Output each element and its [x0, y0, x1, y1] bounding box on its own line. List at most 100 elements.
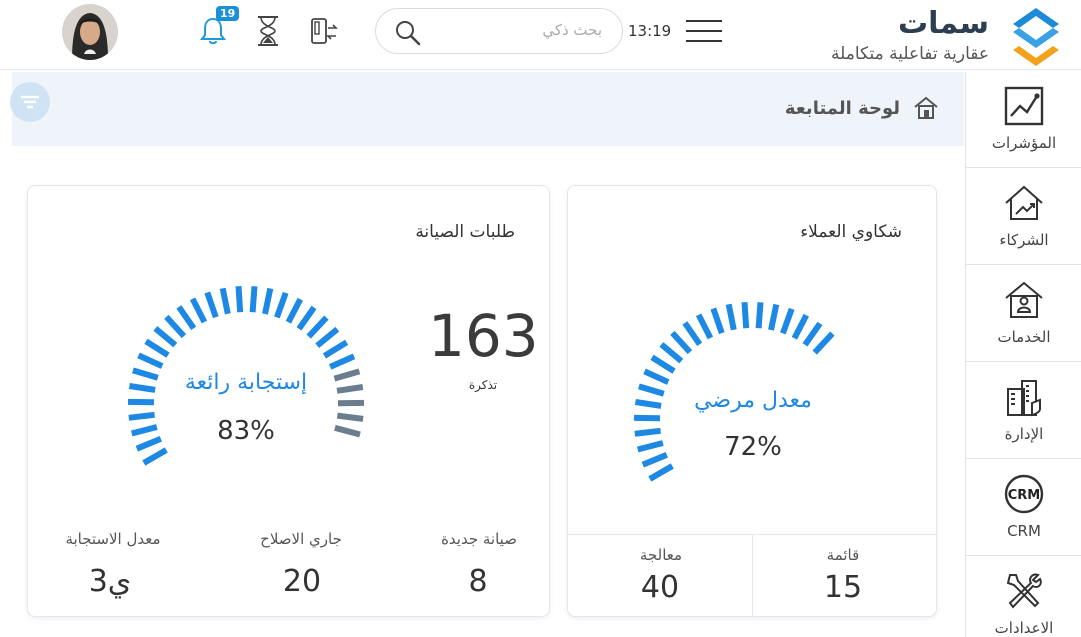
search-box[interactable] — [375, 8, 623, 54]
sidebar-item-label: الشركاء — [999, 231, 1049, 249]
filter-icon — [20, 95, 40, 109]
response-gauge-segment — [249, 286, 258, 313]
satisfaction-gauge-segment — [636, 440, 664, 453]
search-input[interactable] — [442, 21, 602, 39]
response-gauge-segment — [144, 338, 170, 358]
stat-response-rate-value: 3ي — [88, 564, 132, 599]
sidebar-item-management[interactable]: الإدارة — [966, 363, 1081, 459]
response-gauge-segment — [176, 305, 197, 331]
satisfaction-gauge-segment — [755, 302, 764, 329]
tickets-count: 163 — [428, 302, 539, 370]
maintenance-title: طلبات الصيانة — [415, 222, 515, 242]
response-gauge-segment — [219, 287, 231, 315]
satisfaction-gauge-segment — [695, 313, 714, 340]
response-gauge-segment — [137, 352, 164, 369]
satisfaction-gauge-segment — [670, 330, 693, 355]
sidebar: المؤشرات الشركاء الخدمات الإدارة CRM CRM… — [965, 72, 1081, 637]
satisfaction-gauge-segment — [641, 452, 668, 468]
response-gauge-segment — [153, 326, 178, 348]
satisfaction-gauge-segment — [650, 354, 676, 374]
satisfaction-gauge-segment — [643, 368, 670, 385]
response-gauge-segment — [204, 291, 219, 319]
search-icon[interactable] — [394, 19, 422, 47]
sidebar-item-indicators[interactable]: المؤشرات — [966, 72, 1081, 168]
stats-divider — [568, 534, 938, 535]
response-gauge-segment — [328, 353, 356, 370]
stat-processed-value: 40 — [640, 570, 680, 605]
response-gauge-segment — [262, 287, 274, 315]
sidebar-item-label: CRM — [1007, 522, 1041, 540]
device-switch-icon[interactable] — [308, 16, 340, 48]
sidebar-item-crm[interactable]: CRM CRM — [966, 460, 1081, 556]
satisfaction-gauge-segment — [725, 303, 737, 331]
response-gauge-label: إستجابة رائعة — [184, 370, 308, 395]
complaints-card: شكاوي العملاء معدل مرضي 72% قائمة 15 معا… — [567, 185, 938, 618]
response-gauge-segment — [130, 424, 158, 437]
response-gauge-segment — [128, 411, 155, 421]
services-house-icon — [1005, 281, 1043, 318]
buildings-icon — [1007, 380, 1041, 417]
stat-in-repair-label: جاري الاصلاح — [260, 530, 342, 548]
sidebar-item-services[interactable]: الخدمات — [966, 266, 1081, 362]
menu-button[interactable] — [686, 20, 722, 44]
sidebar-item-label: المؤشرات — [991, 134, 1057, 152]
satisfaction-gauge — [633, 302, 835, 482]
sidebar-item-settings[interactable]: الاعدادات — [966, 557, 1081, 637]
chart-icon — [1004, 86, 1044, 126]
complaints-title: شكاوي العملاء — [800, 222, 902, 242]
filter-button[interactable] — [10, 82, 50, 122]
stat-processed-label: معالجة — [639, 546, 683, 564]
response-gauge-segment — [274, 291, 289, 319]
sidebar-item-partners[interactable]: الشركاء — [966, 169, 1081, 265]
stat-new-maintenance-label: صيانة جديدة — [441, 530, 517, 548]
satisfaction-gauge-segment — [710, 307, 725, 335]
satisfaction-gauge-segment — [659, 342, 684, 364]
user-avatar[interactable] — [62, 4, 118, 60]
partners-house-icon — [1005, 185, 1043, 220]
notification-badge: 19 — [216, 6, 240, 21]
satisfaction-gauge-value: 72% — [724, 432, 782, 462]
satisfaction-gauge-segment — [648, 463, 674, 482]
brand-logo-icon — [1013, 8, 1059, 66]
response-gauge-segment — [322, 339, 349, 359]
stat-pending-value: 15 — [823, 570, 863, 605]
brand[interactable]: سمات عقارية تفاعلية متكاملة — [819, 4, 1069, 68]
hourglass-icon[interactable] — [254, 14, 282, 48]
user-photo — [62, 4, 118, 60]
satisfaction-gauge-segment — [780, 307, 795, 335]
response-gauge-segment — [296, 305, 317, 331]
brand-tagline: عقارية تفاعلية متكاملة — [831, 44, 989, 64]
response-gauge-value: 83% — [217, 416, 275, 446]
response-gauge-segment — [235, 286, 244, 313]
svg-text:CRM: CRM — [1008, 488, 1041, 503]
stat-pending-label: قائمة — [826, 546, 860, 564]
home-icon[interactable] — [912, 94, 940, 122]
satisfaction-gauge-segment — [802, 321, 823, 347]
top-header: سمات عقارية تفاعلية متكاملة 13:19 19 — [0, 0, 1081, 70]
response-gauge-segment — [336, 412, 364, 422]
response-gauge-segment — [315, 326, 340, 349]
crm-icon: CRM — [1004, 474, 1044, 514]
satisfaction-gauge-label: معدل مرضي — [694, 388, 812, 413]
satisfaction-gauge-segment — [741, 302, 750, 329]
response-gauge-segment — [285, 297, 303, 324]
satisfaction-gauge-segment — [634, 427, 661, 437]
response-gauge-segment — [164, 314, 187, 339]
brand-name: سمات — [897, 6, 989, 41]
sidebar-item-label: الاعدادات — [994, 619, 1054, 637]
page-title: لوحة المتابعة — [784, 98, 900, 119]
response-gauge-segment — [334, 424, 361, 438]
stat-response-rate-label: معدل الاستجابة — [65, 530, 161, 548]
stat-in-repair-value: 20 — [282, 564, 322, 599]
response-gauge-segment — [142, 447, 168, 466]
sidebar-item-label: الخدمات — [997, 328, 1051, 346]
satisfaction-gauge-segment — [812, 331, 835, 355]
maintenance-card: طلبات الصيانة 163 تذكرة إستجابة رائعة 83… — [27, 185, 550, 617]
breadcrumb: لوحة المتابعة — [12, 72, 964, 146]
satisfaction-gauge-segment — [791, 313, 809, 340]
response-gauge-segment — [189, 297, 208, 324]
tickets-label: تذكرة — [468, 378, 498, 392]
clock-time: 13:19 — [628, 22, 672, 40]
tools-icon — [1006, 573, 1042, 609]
stats-separator — [752, 534, 753, 618]
